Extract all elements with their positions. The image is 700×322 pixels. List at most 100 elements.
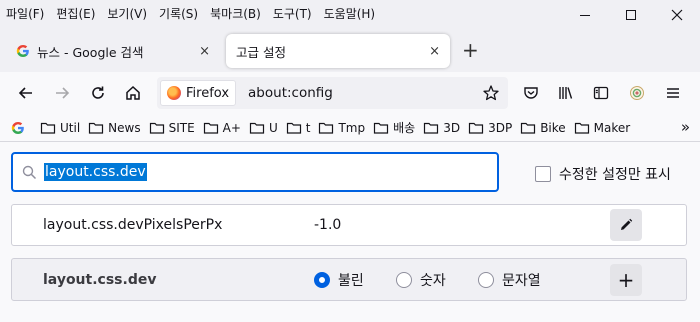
radio-label: 불린 <box>338 272 364 289</box>
app-menu-button[interactable] <box>660 80 686 106</box>
home-icon <box>126 85 140 100</box>
home-button[interactable] <box>120 80 146 106</box>
folder-icon <box>319 122 334 134</box>
menu-file[interactable]: 파일(F) <box>6 5 44 22</box>
type-string-radio[interactable]: 문자열 <box>478 270 541 290</box>
bookmark-label: News <box>108 120 141 135</box>
modified-only-checkbox[interactable] <box>535 166 551 182</box>
folder-icon <box>149 122 164 134</box>
bookmark-folder[interactable]: SITE <box>149 121 195 135</box>
tab-label: 고급 설정 <box>236 44 286 60</box>
bookmark-folder[interactable]: U <box>249 121 278 135</box>
reload-button[interactable] <box>85 80 111 106</box>
search-input-value[interactable]: layout.css.dev <box>44 163 147 181</box>
show-modified-only[interactable]: 수정한 설정만 표시 <box>535 164 671 184</box>
menu-view[interactable]: 보기(V) <box>107 5 147 22</box>
radio-icon <box>396 271 412 288</box>
radio-label: 숫자 <box>420 272 446 289</box>
pencil-icon <box>621 218 633 230</box>
bookmark-folder[interactable]: Bike <box>520 120 566 135</box>
forward-button[interactable] <box>49 80 75 106</box>
bookmark-folder[interactable]: Maker <box>574 120 631 135</box>
bookmark-label: t <box>305 120 311 135</box>
bookmarks-overflow-button[interactable]: » <box>681 118 690 136</box>
new-pref-row: layout.css.dev 불린 숫자 문자열 + <box>11 258 687 301</box>
minimize-icon <box>580 14 590 16</box>
bookmark-label: SITE <box>168 120 195 135</box>
menu-history[interactable]: 기록(S) <box>159 5 198 22</box>
minimize-button[interactable] <box>562 0 608 30</box>
edit-pref-button[interactable] <box>610 209 642 241</box>
pref-name: layout.css.devPixelsPerPx <box>43 217 223 233</box>
menu-edit[interactable]: 편집(E) <box>56 5 95 22</box>
type-boolean-radio[interactable]: 불린 <box>314 270 364 290</box>
bookmark-folder[interactable]: News <box>88 120 141 135</box>
tab-advanced-settings[interactable]: 고급 설정 × <box>226 34 450 68</box>
pref-search-field[interactable]: layout.css.dev <box>11 152 499 192</box>
folder-icon <box>203 122 218 134</box>
tab-close-icon[interactable]: × <box>199 44 210 59</box>
bookmark-folder[interactable]: Util <box>40 121 80 135</box>
bookmark-label: A+ <box>222 120 241 135</box>
tab-close-icon[interactable]: × <box>429 44 440 59</box>
bookmarks-toolbar: Util News SITE A+ U t Tmp 배송 3D 3DP Bike… <box>0 114 700 142</box>
tab-google-news[interactable]: 뉴스 - Google 검색 × <box>6 34 220 68</box>
folder-icon <box>286 122 301 134</box>
folder-icon <box>249 122 265 134</box>
google-icon <box>16 45 29 57</box>
bookmark-label: U <box>268 120 278 135</box>
folder-icon <box>424 122 439 134</box>
search-icon <box>22 165 37 179</box>
extension-button[interactable] <box>624 80 650 106</box>
bookmark-folder[interactable]: 3DP <box>468 121 512 135</box>
close-icon <box>671 9 683 21</box>
bookmark-label: Bike <box>540 120 566 135</box>
type-number-radio[interactable]: 숫자 <box>396 270 446 290</box>
bookmark-folder[interactable]: Tmp <box>318 121 365 135</box>
radio-icon <box>478 271 494 288</box>
bookmark-label: 배송 <box>393 121 416 135</box>
plus-icon: + <box>617 267 635 292</box>
bookmark-folder[interactable]: A+ <box>203 121 241 135</box>
folder-icon <box>40 122 56 134</box>
new-tab-button[interactable]: + <box>462 38 479 62</box>
bookmark-google[interactable] <box>10 121 30 135</box>
identity-box[interactable]: Firefox <box>160 80 237 106</box>
folder-icon <box>468 122 484 134</box>
sidebar-button[interactable] <box>588 80 614 106</box>
folder-icon <box>373 122 389 134</box>
sidebar-icon <box>593 86 609 100</box>
modified-only-label: 수정한 설정만 표시 <box>559 167 671 183</box>
url-bar[interactable]: Firefox about:config <box>157 77 508 109</box>
bookmark-folder[interactable]: 3D <box>423 121 460 135</box>
folder-icon <box>89 122 104 134</box>
url-text[interactable]: about:config <box>248 85 508 101</box>
menu-help[interactable]: 도움말(H) <box>324 5 376 22</box>
add-pref-button[interactable]: + <box>610 263 642 296</box>
bookmark-folder[interactable]: 배송 <box>373 119 415 136</box>
folder-icon <box>574 122 589 134</box>
back-arrow-icon <box>18 87 32 99</box>
pocket-button[interactable] <box>518 80 544 106</box>
firefox-icon <box>167 86 181 100</box>
bookmark-label: Util <box>60 120 81 135</box>
menu-tools[interactable]: 도구(T) <box>273 5 312 22</box>
identity-label: Firefox <box>186 85 230 101</box>
bookmark-label: Maker <box>593 120 631 135</box>
bookmark-folder[interactable]: t <box>286 120 311 135</box>
library-button[interactable] <box>553 80 579 106</box>
config-page: layout.css.dev 수정한 설정만 표시 layout.css.dev… <box>0 142 700 322</box>
back-button[interactable] <box>13 80 39 106</box>
tab-label: 뉴스 - Google 검색 <box>37 44 144 60</box>
pref-name: layout.css.dev <box>43 271 157 288</box>
bookmark-label: Tmp <box>338 120 366 135</box>
bookmark-star-icon[interactable] <box>482 84 500 102</box>
library-icon <box>559 87 573 99</box>
google-icon <box>11 121 24 134</box>
window-close-button[interactable] <box>654 0 700 30</box>
forward-arrow-icon <box>56 87 70 99</box>
tab-strip: 뉴스 - Google 검색 × 고급 설정 × <box>0 30 700 72</box>
maximize-button[interactable] <box>608 0 654 30</box>
pref-value[interactable]: -1.0 <box>314 217 341 233</box>
menu-bookmarks[interactable]: 북마크(B) <box>210 5 261 22</box>
